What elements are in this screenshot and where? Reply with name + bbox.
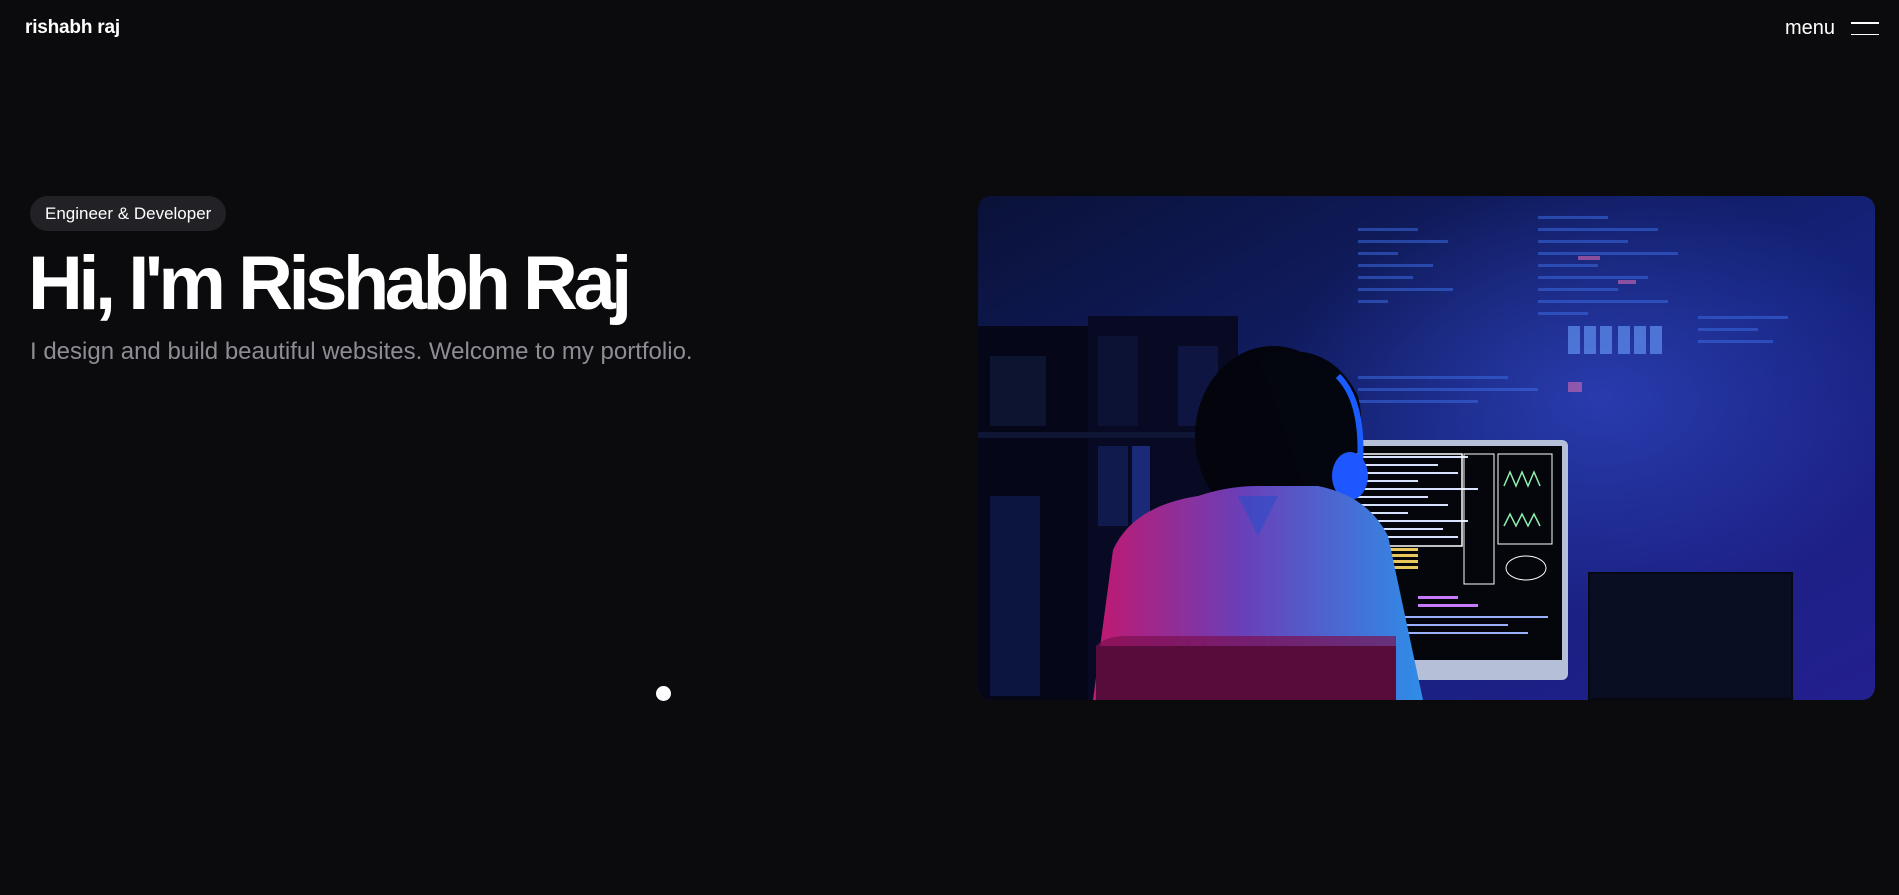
hero-subtitle: I design and build beautiful websites. W… <box>30 338 693 365</box>
developer-illustration <box>978 196 1875 700</box>
site-logo[interactable]: rishabh raj <box>25 17 120 39</box>
hero-image <box>978 196 1875 700</box>
portfolio-page: rishabh raj menu Engineer & Developer Hi… <box>0 0 1899 895</box>
custom-cursor-dot <box>656 686 671 701</box>
menu-label: menu <box>1784 17 1835 39</box>
hamburger-icon <box>1851 22 1879 35</box>
menu-button[interactable]: menu <box>1785 17 1879 40</box>
role-badge: Engineer & Developer <box>30 196 227 231</box>
hero-headline: Hi, I'm Rishabh Raj <box>28 241 632 326</box>
